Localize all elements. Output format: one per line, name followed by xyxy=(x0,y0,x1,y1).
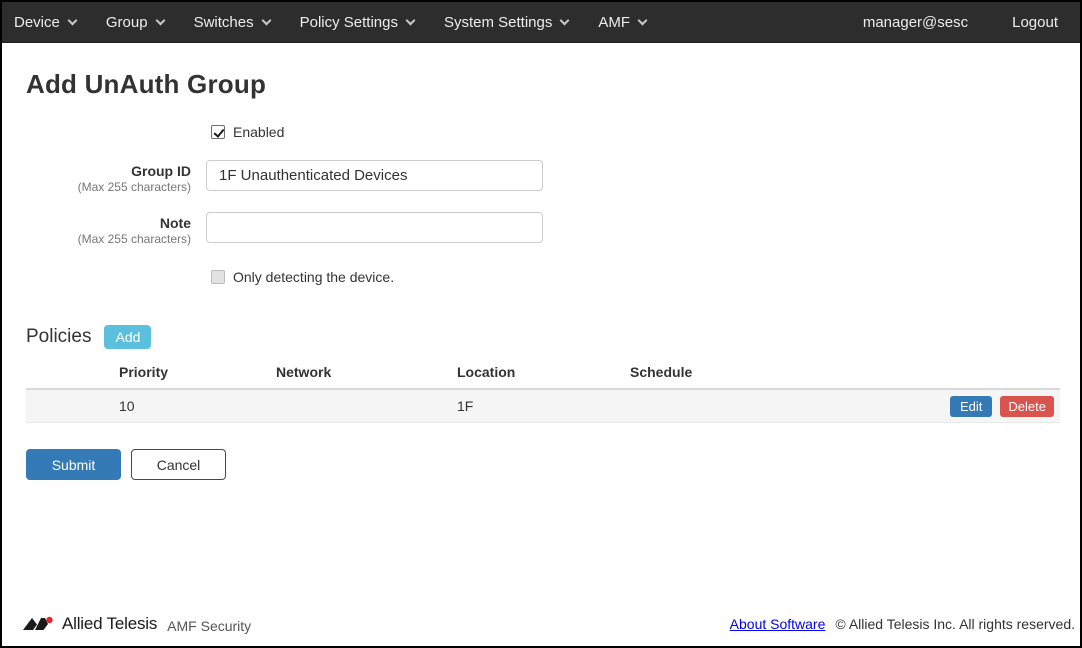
enabled-label: Enabled xyxy=(233,124,284,140)
enabled-row: Enabled xyxy=(26,124,1056,140)
note-label: Note xyxy=(26,215,191,232)
logged-in-user: manager@sesc xyxy=(863,14,968,31)
chevron-down-icon xyxy=(560,15,570,25)
column-header-schedule: Schedule xyxy=(630,364,1060,380)
group-id-hint: (Max 255 characters) xyxy=(26,180,191,195)
allied-telesis-logo-icon xyxy=(22,615,55,633)
app-window: Device Group Switches Policy Settings Sy… xyxy=(0,0,1082,648)
nav-item-switches[interactable]: Switches xyxy=(194,14,270,31)
main-content: Add UnAuth Group Enabled Group ID (Max 2… xyxy=(2,69,1080,480)
nav-item-policy-settings[interactable]: Policy Settings xyxy=(300,14,414,31)
cell-priority: 10 xyxy=(119,398,276,414)
cancel-button[interactable]: Cancel xyxy=(131,449,226,480)
copyright-text: © Allied Telesis Inc. All rights reserve… xyxy=(835,616,1075,632)
edit-policy-button[interactable]: Edit xyxy=(950,396,992,417)
page-footer: Allied Telesis AMF Security About Softwa… xyxy=(2,606,1080,646)
policies-header: Policies Add xyxy=(26,325,1056,349)
detect-only-label: Only detecting the device. xyxy=(233,269,394,285)
delete-policy-button[interactable]: Delete xyxy=(1000,396,1054,417)
policies-title: Policies xyxy=(26,326,91,348)
logout-label: Logout xyxy=(1012,14,1058,31)
brand-name: Allied Telesis xyxy=(62,614,157,634)
chevron-down-icon xyxy=(67,15,77,25)
table-row: 10 1F Edit Delete xyxy=(26,390,1060,423)
detect-only-row: Only detecting the device. xyxy=(26,269,1056,285)
chevron-down-icon xyxy=(406,15,416,25)
group-id-label-block: Group ID (Max 255 characters) xyxy=(26,160,191,195)
nav-item-label: Policy Settings xyxy=(300,14,398,31)
policies-table-header: Priority Network Location Schedule xyxy=(26,364,1060,390)
detect-only-checkbox[interactable] xyxy=(211,270,225,284)
group-id-control xyxy=(206,160,543,191)
note-row: Note (Max 255 characters) xyxy=(26,212,1056,247)
row-actions: Edit Delete xyxy=(950,396,1060,417)
column-header-location: Location xyxy=(457,364,630,380)
chevron-down-icon xyxy=(638,15,648,25)
nav-item-label: Device xyxy=(14,14,60,31)
add-policy-button[interactable]: Add xyxy=(104,325,151,349)
unauth-group-form: Enabled Group ID (Max 255 characters) No… xyxy=(26,124,1056,285)
note-control xyxy=(206,212,543,243)
footer-links: About Software © Allied Telesis Inc. All… xyxy=(730,616,1075,632)
column-header-network: Network xyxy=(276,364,457,380)
enabled-checkbox[interactable] xyxy=(211,125,225,139)
about-software-link[interactable]: About Software xyxy=(730,616,826,632)
nav-item-label: Switches xyxy=(194,14,254,31)
top-navbar: Device Group Switches Policy Settings Sy… xyxy=(2,2,1080,43)
footer-brand: Allied Telesis AMF Security xyxy=(22,614,251,634)
note-input[interactable] xyxy=(206,212,543,243)
page-title: Add UnAuth Group xyxy=(26,69,1056,100)
nav-item-system-settings[interactable]: System Settings xyxy=(444,14,568,31)
policies-table: Priority Network Location Schedule 10 1F… xyxy=(26,364,1060,423)
nav-item-group[interactable]: Group xyxy=(106,14,164,31)
submit-button[interactable]: Submit xyxy=(26,449,121,480)
form-actions: Submit Cancel xyxy=(26,449,1056,480)
cell-location: 1F xyxy=(457,398,630,414)
column-header-priority: Priority xyxy=(119,364,276,380)
group-id-label: Group ID xyxy=(26,163,191,180)
nav-right: manager@sesc Logout xyxy=(863,14,1058,31)
nav-menu: Device Group Switches Policy Settings Sy… xyxy=(14,14,676,31)
note-label-block: Note (Max 255 characters) xyxy=(26,212,191,247)
nav-item-device[interactable]: Device xyxy=(14,14,76,31)
nav-item-label: AMF xyxy=(598,14,630,31)
group-id-input[interactable] xyxy=(206,160,543,191)
chevron-down-icon xyxy=(261,15,271,25)
nav-item-label: Group xyxy=(106,14,148,31)
logout-button[interactable]: Logout xyxy=(1012,14,1058,31)
nav-item-label: System Settings xyxy=(444,14,552,31)
note-hint: (Max 255 characters) xyxy=(26,232,191,247)
product-name: AMF Security xyxy=(167,615,251,634)
group-id-row: Group ID (Max 255 characters) xyxy=(26,160,1056,195)
chevron-down-icon xyxy=(155,15,165,25)
nav-item-amf[interactable]: AMF xyxy=(598,14,646,31)
